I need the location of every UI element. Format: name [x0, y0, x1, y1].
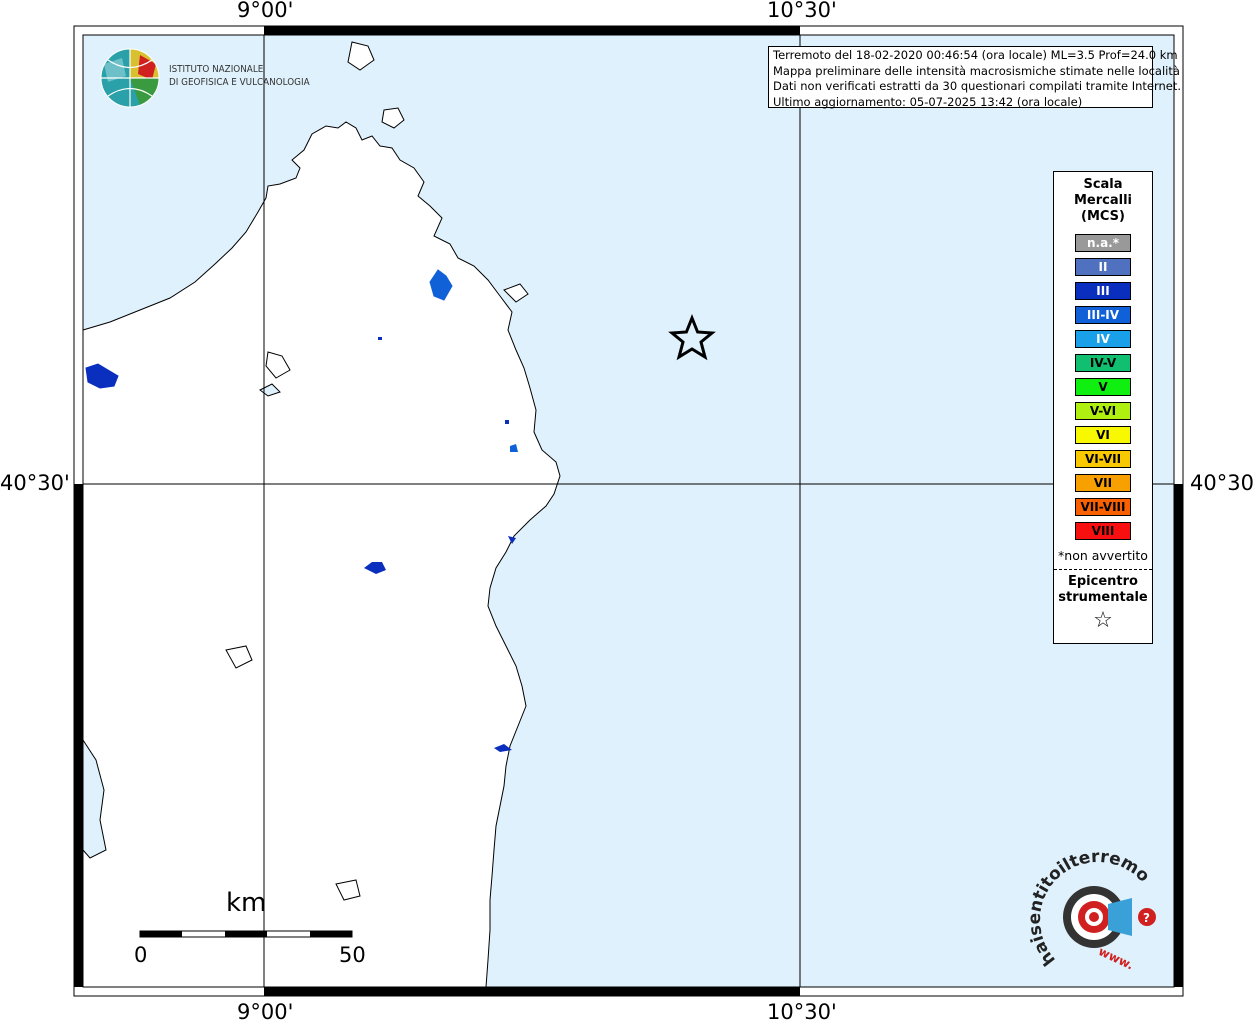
ingv-name-line1: ISTITUTO NAZIONALE	[169, 64, 264, 75]
legend-title: Scala Mercalli (MCS)	[1054, 177, 1152, 225]
legend-title-line: Mercalli	[1073, 193, 1132, 208]
ingv-name-line2: DI GEOFISICA E VULCANOLOGIA	[169, 77, 310, 88]
svg-text:?: ?	[1143, 911, 1150, 925]
legend-item: VI-VII	[1075, 450, 1131, 468]
frame-segment	[1174, 484, 1183, 987]
legend-title-line: (MCS)	[1081, 209, 1125, 224]
event-details: Terremoto del 18-02-2020 00:46:54 (ora l…	[773, 48, 1178, 62]
lon-label-top-9: 9°00'	[237, 0, 294, 22]
intensity-area-iii	[378, 337, 382, 340]
lon-label-bottom-9: 9°00'	[237, 1000, 294, 1024]
lon-label-bottom-10-30: 10°30'	[767, 1000, 837, 1024]
legend-item: VI	[1075, 426, 1131, 444]
lat-label-right: 40°30'	[1190, 471, 1255, 495]
legend-star-icon: ☆	[1093, 608, 1113, 633]
ingv-logo-icon	[100, 48, 160, 108]
last-update: Ultimo aggiornamento: 05-07-2025 13:42 (…	[773, 94, 1083, 109]
scale-unit: km	[226, 888, 267, 918]
legend-item: VII	[1075, 474, 1131, 492]
legend-note: *non avvertito	[1058, 548, 1148, 563]
scale-min-label: 0	[134, 943, 148, 967]
event-info-box: Terremoto del 18-02-2020 00:46:54 (ora l…	[768, 46, 1182, 109]
legend-item: III-IV	[1075, 306, 1131, 324]
legend-title-line: Scala	[1083, 177, 1123, 192]
legend-epicenter-line: strumentale	[1058, 590, 1148, 605]
legend-epicenter-label: Epicentro strumentale	[1054, 574, 1152, 606]
legend-item: V	[1075, 378, 1131, 396]
lon-label-top-10-30: 10°30'	[767, 0, 837, 22]
legend-item: II	[1075, 258, 1131, 276]
legend-item: IV	[1075, 330, 1131, 348]
frame-segment	[74, 484, 83, 987]
legend-item: VII-VIII	[1075, 498, 1131, 516]
legend-epicenter-line: Epicentro	[1068, 574, 1138, 589]
intensity-legend: Scala Mercalli (MCS) n.a.* II III III-IV IV I…	[1053, 171, 1153, 644]
data-source-note: Dati non verificati estratti da 30 quest…	[773, 79, 1182, 93]
scale-bar	[139, 930, 353, 938]
legend-item: V-VI	[1075, 402, 1131, 420]
frame-segment	[264, 26, 800, 35]
frame-segment	[264, 987, 800, 996]
scale-max-label: 50	[339, 943, 366, 967]
map-description: Mappa preliminare delle intensità macros…	[773, 63, 1180, 78]
legend-item: VIII	[1075, 522, 1131, 540]
legend-item: IV-V	[1075, 354, 1131, 372]
legend-items: n.a.* II III III-IV IV IV-V V V-VI VI VI-VII VII VI…	[1054, 234, 1152, 540]
legend-item: III	[1075, 282, 1131, 300]
legend-separator	[1054, 569, 1152, 570]
lat-label-left: 40°30'	[0, 471, 70, 495]
intensity-area-iii	[505, 420, 509, 424]
ingv-logo-text: ISTITUTO NAZIONALE DI GEOFISICA E VULCAN…	[169, 63, 310, 89]
legend-item: n.a.*	[1075, 234, 1131, 252]
